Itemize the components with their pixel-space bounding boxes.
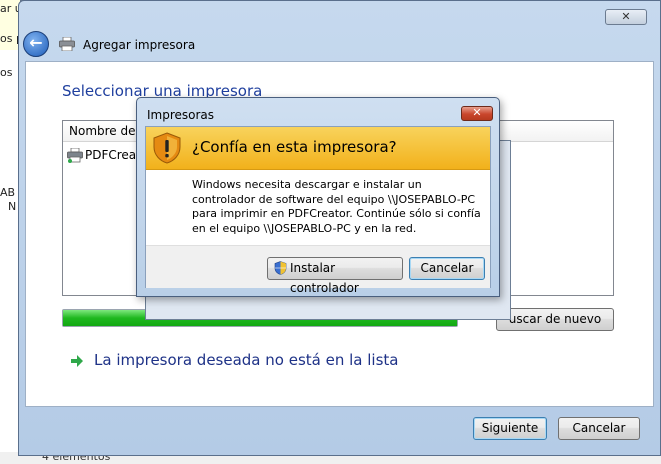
background-text: N — [8, 200, 17, 213]
dialog-cancel-button[interactable]: Cancelar — [409, 257, 485, 280]
printer-not-listed-link[interactable]: La impresora deseada no está en la lista — [94, 351, 398, 369]
arrow-right-icon — [71, 355, 83, 367]
window-title: Agregar impresora — [83, 38, 196, 52]
dialog-close-button[interactable]: ✕ — [461, 106, 493, 121]
install-driver-label: Instalar controlador — [290, 261, 359, 295]
back-button[interactable]: ← — [23, 31, 49, 57]
background-text: os — [0, 66, 13, 79]
install-driver-button[interactable]: Instalar controlador — [267, 257, 403, 295]
dialog-body: ¿Confía en esta impresora? Windows neces… — [145, 126, 491, 295]
dialog-heading: ¿Confía en esta impresora? — [192, 138, 397, 156]
uac-shield-icon — [274, 261, 287, 275]
trust-printer-dialog: Impresoras ✕ ¿Confía en esta impresora? … — [136, 97, 500, 297]
printer-icon — [59, 37, 75, 51]
warning-banner: ¿Confía en esta impresora? — [146, 127, 490, 170]
cancel-button[interactable]: Cancelar — [558, 417, 640, 440]
dialog-message: Windows necesita descargar e instalar un… — [192, 178, 481, 235]
background-text: AB — [0, 186, 16, 199]
dialog-footer: Instalar controlador Cancelar — [146, 245, 490, 295]
next-button[interactable]: Siguiente — [473, 417, 547, 440]
search-again-button[interactable]: uscar de nuevo — [496, 308, 614, 331]
dialog-title: Impresoras — [147, 108, 215, 122]
warning-shield-icon — [153, 132, 181, 164]
window-close-button[interactable]: ✕ — [605, 9, 647, 25]
navigation-bar: ← Agregar impresora — [19, 29, 660, 61]
printer-icon — [67, 148, 83, 163]
